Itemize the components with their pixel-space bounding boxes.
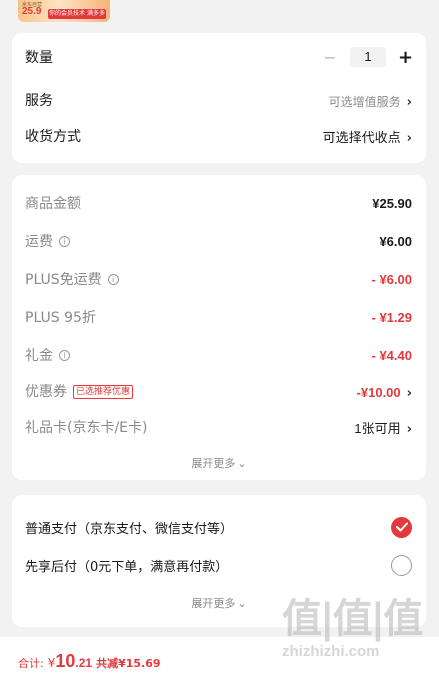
order-total: 合计: ¥ 10 .21 共减¥15.69 xyxy=(18,651,161,672)
fee-label: PLUS 95折 xyxy=(25,310,96,326)
service-row[interactable]: 服务 可选增值服务 › xyxy=(25,90,412,110)
fee-row: 运费 i ¥6.00 xyxy=(25,231,412,251)
product-thumbnail: 京东自营 25.9 你的会员技术 满多多 xyxy=(18,0,110,22)
chevron-down-icon: ⌄ xyxy=(237,597,247,610)
total-saved: 共减¥15.69 xyxy=(96,657,161,670)
delivery-hint: 可选择代收点 xyxy=(322,130,401,146)
fee-label: 运费 xyxy=(25,234,53,250)
fee-label: 礼金 xyxy=(25,348,53,364)
coupon-badge: 已选推荐优惠 xyxy=(73,384,134,399)
quantity-label: 数量 xyxy=(25,50,53,66)
info-icon[interactable]: i xyxy=(59,350,70,361)
info-icon[interactable]: i xyxy=(107,274,119,285)
payment-option[interactable]: 先享后付（0元下单，满意再付款） xyxy=(25,554,412,576)
fee-label: 商品金额 xyxy=(25,196,81,212)
thumbnail-price: 25.9 xyxy=(22,6,42,17)
order-options-card: 数量 − 1 + 服务 可选增值服务 › 收货方式 可选择代收点 › xyxy=(12,33,426,163)
expand-more-label: 展开更多 xyxy=(191,457,236,470)
quantity-input[interactable]: 1 xyxy=(350,47,386,67)
total-currency: ¥ xyxy=(47,656,56,670)
chevron-right-icon: › xyxy=(406,385,412,401)
total-label: 合计: xyxy=(18,657,44,670)
total-integer: 10 xyxy=(55,651,76,671)
fee-value: ¥25.90 xyxy=(372,195,412,211)
chevron-right-icon: › xyxy=(406,421,412,437)
fee-value: - ¥1.29 xyxy=(371,309,412,325)
fee-row: 商品金额 ¥25.90 xyxy=(25,193,412,213)
quantity-minus-button[interactable]: − xyxy=(322,48,338,67)
gift-card-row[interactable]: 礼品卡(京东卡/E卡) 1张可用 › xyxy=(25,417,412,437)
fee-label: PLUS免运费 xyxy=(25,272,102,288)
fee-row: PLUS免运费 i - ¥6.00 xyxy=(25,269,412,289)
fee-value: ¥6.00 xyxy=(379,233,412,249)
fee-value: - ¥6.00 xyxy=(371,271,412,287)
radio-unchecked-icon[interactable] xyxy=(391,554,412,576)
payment-option[interactable]: 普通支付（京东支付、微信支付等） xyxy=(25,516,412,538)
fee-row: PLUS 95折 - ¥1.29 xyxy=(25,307,412,327)
coupon-row[interactable]: 优惠券 已选推荐优惠 -¥10.00 › xyxy=(25,381,412,401)
chevron-down-icon: ⌄ xyxy=(237,457,247,470)
watermark-url: zhizhizhi.com xyxy=(282,643,380,660)
quantity-row: 数量 − 1 + xyxy=(25,47,413,68)
fee-label: 优惠券 xyxy=(25,384,67,400)
radio-checked-icon[interactable] xyxy=(391,516,412,538)
fee-breakdown-card: 商品金额 ¥25.90 运费 i ¥6.00 PLUS免运费 i - ¥6.00 P… xyxy=(12,175,426,480)
delivery-label: 收货方式 xyxy=(25,129,81,145)
watermark-logo: 值|值|值 xyxy=(282,596,423,642)
info-icon[interactable]: i xyxy=(59,236,70,247)
service-label: 服务 xyxy=(25,93,53,109)
total-decimal: .21 xyxy=(75,656,93,670)
service-hint: 可选增值服务 xyxy=(328,94,401,109)
expand-more-button[interactable]: 展开更多 ⌄ xyxy=(12,455,426,471)
fee-value: -¥10.00 xyxy=(356,384,401,400)
quantity-stepper: − 1 + xyxy=(322,47,413,68)
fee-row: 礼金 i - ¥4.40 xyxy=(25,345,412,365)
thumbnail-tag: 你的会员技术 满多多 xyxy=(48,9,106,19)
fee-value: - ¥4.40 xyxy=(371,347,412,363)
payment-option-label: 先享后付（0元下单，满意再付款） xyxy=(25,559,229,575)
fee-label: 礼品卡(京东卡/E卡) xyxy=(25,420,148,436)
site-watermark: 值|值|值 zhizhizhi.com xyxy=(282,595,432,675)
payment-option-label: 普通支付（京东支付、微信支付等） xyxy=(25,521,234,537)
chevron-right-icon: › xyxy=(406,130,412,146)
quantity-plus-button[interactable]: + xyxy=(398,47,413,68)
delivery-row[interactable]: 收货方式 可选择代收点 › xyxy=(25,126,412,146)
expand-more-label: 展开更多 xyxy=(191,597,236,610)
fee-value: 1张可用 xyxy=(354,420,401,436)
chevron-right-icon: › xyxy=(406,94,412,110)
